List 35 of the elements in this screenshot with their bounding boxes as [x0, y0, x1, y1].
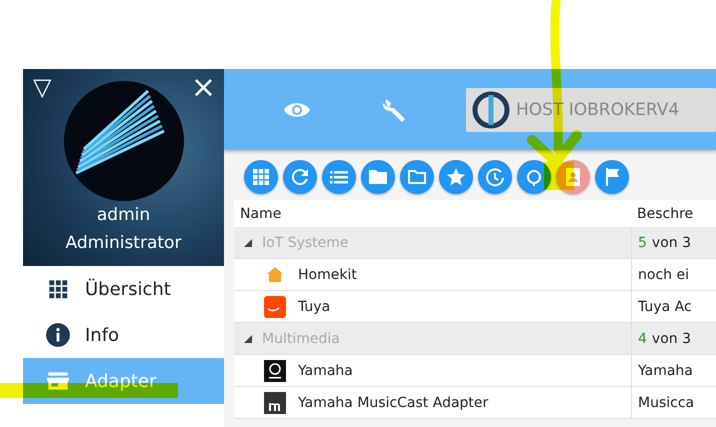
group-name: Multimedia: [262, 330, 340, 346]
table-cell: Musicca: [631, 387, 716, 418]
user-name: admin: [96, 205, 150, 225]
iobroker-logo-icon: [472, 90, 510, 128]
column-header[interactable]: Beschre: [631, 200, 716, 227]
expand-toggle[interactable]: ▽: [33, 75, 52, 99]
adapter-name: Yamaha MusicCast Adapter: [298, 394, 488, 410]
table-cell: 5 von 3: [631, 227, 716, 258]
collapse-triangle-icon[interactable]: [244, 238, 252, 246]
adapter-name: Homekit: [298, 266, 357, 282]
folder-outline-button[interactable]: [400, 160, 434, 194]
info-icon: [45, 322, 71, 348]
grid-button[interactable]: [244, 160, 278, 194]
folder-button[interactable]: [361, 160, 395, 194]
star-button[interactable]: [439, 160, 473, 194]
adapter-name: Yamaha: [298, 362, 353, 378]
close-button[interactable]: ×: [190, 73, 216, 103]
group-name: IoT Systeme: [262, 234, 349, 250]
flag-button[interactable]: [595, 160, 629, 194]
history-button[interactable]: [478, 160, 512, 194]
yamaha-logo-icon: [264, 360, 286, 382]
musiccast-logo-icon: [264, 392, 286, 414]
table-cell: 4 von 3: [631, 323, 716, 354]
tuya-logo-icon: [264, 296, 286, 318]
list-button[interactable]: [322, 160, 356, 194]
sidebar-item[interactable]: Info: [23, 312, 224, 358]
user-role: Administrator: [66, 233, 182, 253]
adapter-name: Tuya: [298, 298, 330, 314]
table-cell: noch ei: [631, 259, 716, 290]
sidebar-item[interactable]: Übersicht: [23, 266, 224, 312]
collapse-triangle-icon[interactable]: [244, 334, 252, 342]
column-header[interactable]: Name: [234, 200, 631, 227]
table-cell: Yamaha: [631, 355, 716, 386]
refresh-button[interactable]: [283, 160, 317, 194]
table-cell: Tuya Ac: [631, 291, 716, 322]
